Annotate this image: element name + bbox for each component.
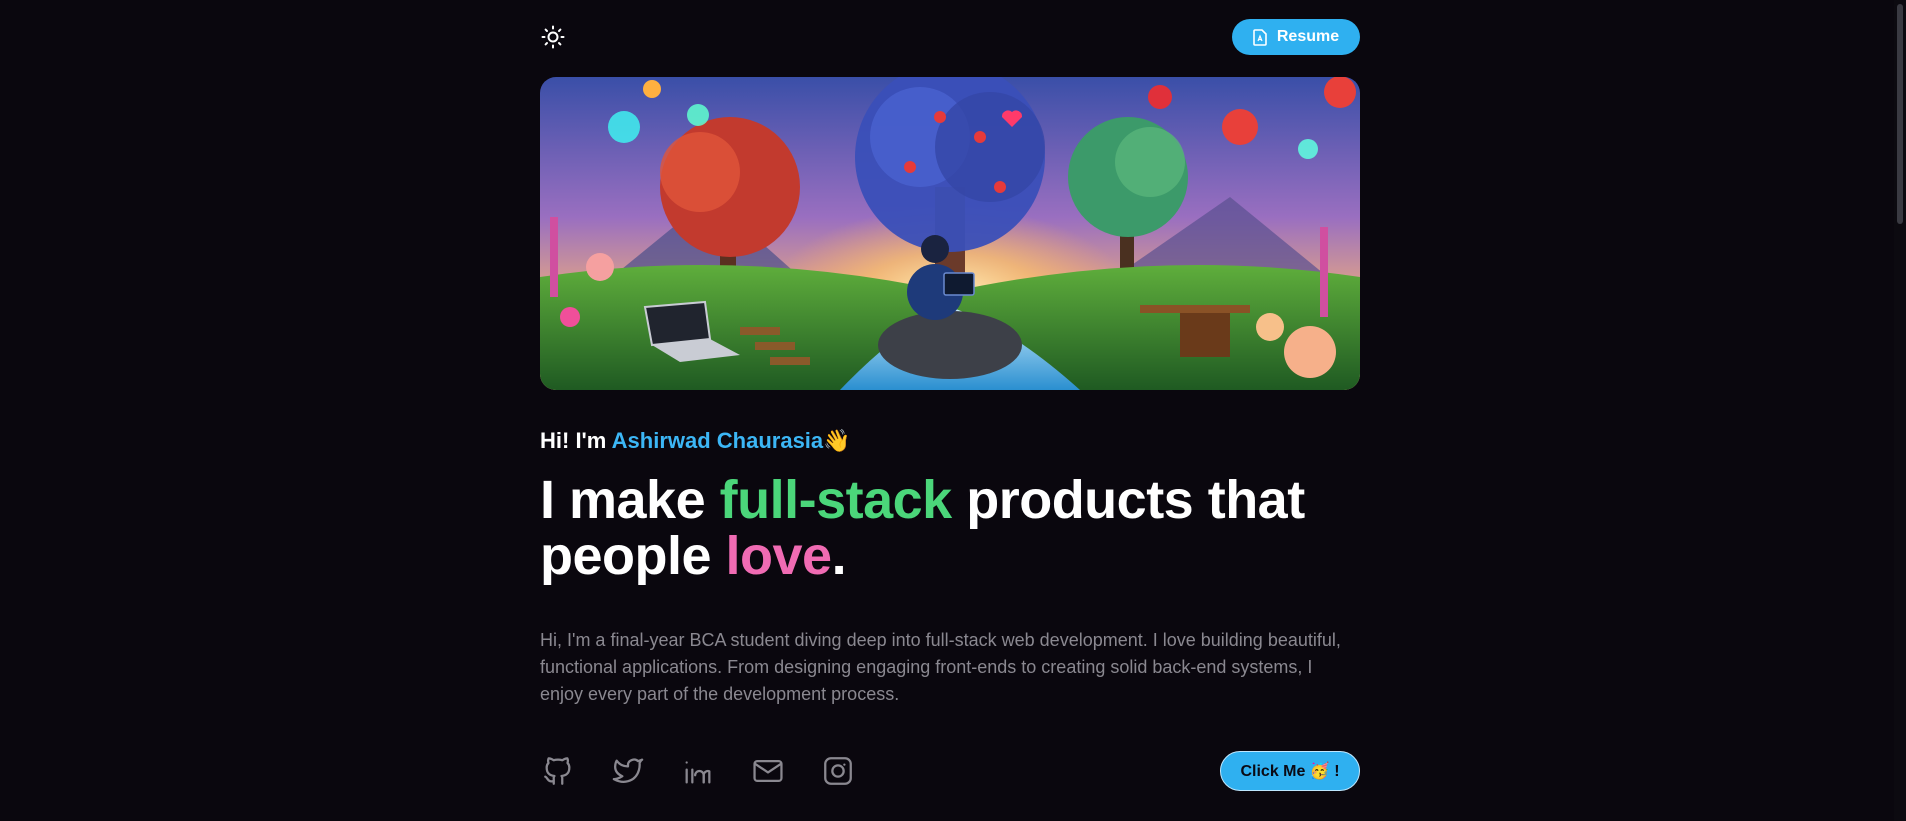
instagram-icon — [824, 757, 852, 785]
mail-icon — [753, 759, 783, 783]
headline-part-3: . — [831, 526, 847, 586]
social-links — [540, 752, 856, 790]
sun-icon — [541, 25, 565, 49]
twitter-icon — [612, 758, 644, 783]
headline-highlight-fullstack: full-stack — [719, 470, 953, 530]
wave-emoji: 👋 — [823, 428, 851, 453]
headline: I make full-stack products that people l… — [540, 472, 1360, 584]
linkedin-icon — [685, 761, 711, 784]
author-name: Ashirwad Chaurasia — [611, 428, 824, 453]
bio-paragraph: Hi, I'm a final-year BCA student diving … — [540, 630, 1341, 704]
instagram-link[interactable] — [820, 752, 856, 790]
twitter-link[interactable] — [610, 752, 646, 790]
github-link[interactable] — [540, 752, 576, 790]
hero-illustration — [540, 77, 1360, 390]
mail-link[interactable] — [750, 752, 786, 790]
resume-label: Resume — [1276, 28, 1340, 45]
headline-highlight-love: love — [725, 526, 833, 586]
headline-part-1: I make — [540, 470, 720, 530]
document-icon — [1253, 28, 1267, 46]
greeting: Hi! I'm Ashirwad Chaurasia👋 — [540, 428, 851, 454]
scrollbar-thumb[interactable] — [1897, 4, 1903, 224]
click-me-button[interactable]: Click Me 🥳 ! — [1220, 751, 1360, 791]
resume-button[interactable]: Resume — [1232, 19, 1360, 55]
theme-toggle-button[interactable] — [540, 24, 566, 50]
greeting-prefix: Hi! I'm — [540, 428, 612, 453]
top-bar: Resume — [540, 18, 1360, 56]
hero-image — [540, 77, 1360, 390]
scrollbar[interactable] — [1894, 0, 1906, 821]
github-icon — [544, 757, 571, 785]
linkedin-link[interactable] — [680, 752, 716, 790]
